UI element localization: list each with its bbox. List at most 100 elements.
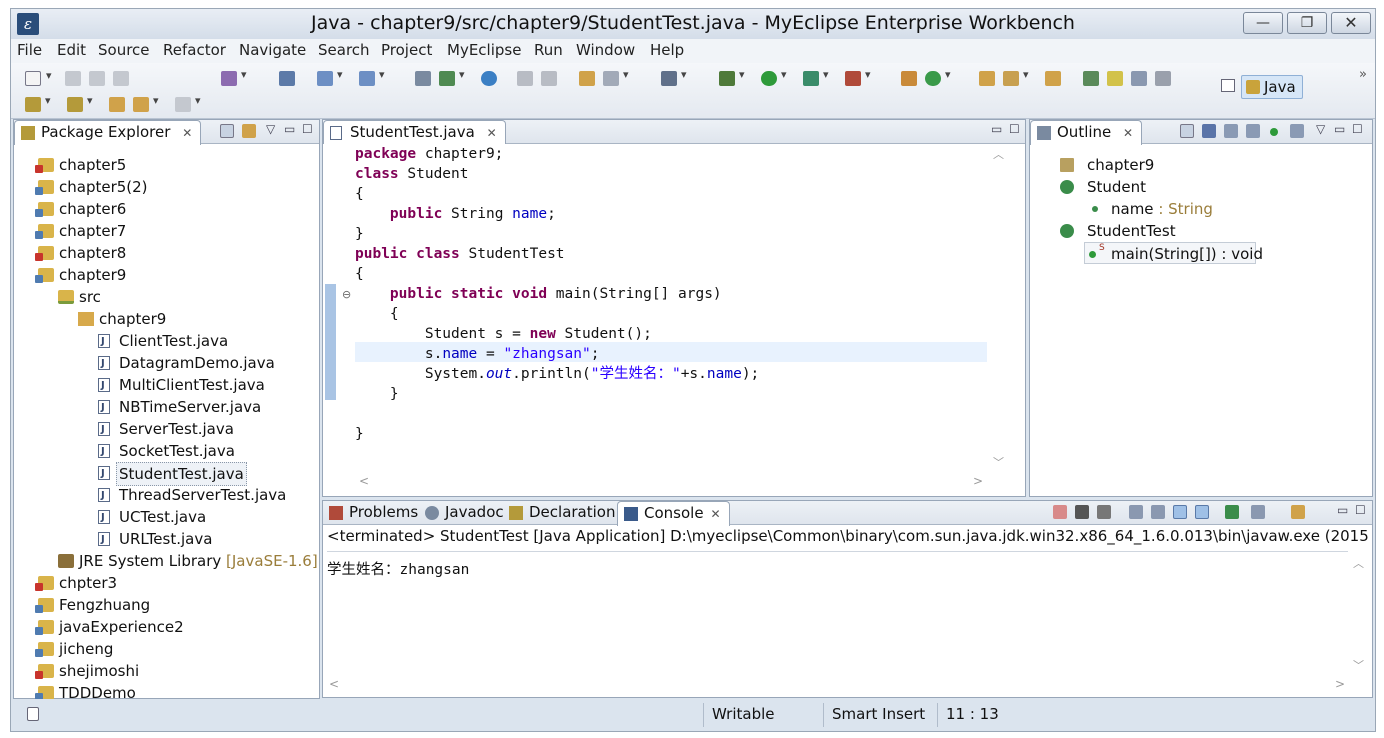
- hide-non-public-icon[interactable]: [1270, 128, 1278, 136]
- close-icon[interactable]: ✕: [487, 126, 497, 140]
- scroll-right-icon[interactable]: >: [1335, 677, 1345, 695]
- perspective-java-button[interactable]: Java: [1241, 75, 1303, 99]
- minimize-view-icon[interactable]: ▭: [1334, 122, 1345, 136]
- menu-myeclipse[interactable]: MyEclipse: [447, 41, 521, 59]
- hide-local-types-icon[interactable]: [1290, 124, 1304, 138]
- paste-icon[interactable]: [541, 71, 557, 86]
- tab-package-explorer[interactable]: Package Explorer ✕: [14, 120, 202, 145]
- new-class-icon[interactable]: [925, 68, 951, 86]
- show-whitespace-icon[interactable]: [1155, 71, 1171, 86]
- scroll-right-icon[interactable]: >: [973, 474, 983, 492]
- menu-source[interactable]: Source: [98, 41, 150, 59]
- menu-project[interactable]: Project: [381, 41, 432, 59]
- server-run-icon[interactable]: [317, 68, 343, 86]
- minimize-view-icon[interactable]: ▭: [1337, 503, 1348, 517]
- new-web-project-icon[interactable]: [221, 68, 247, 86]
- scroll-up-icon[interactable]: ︿: [1353, 555, 1364, 571]
- maximize-button[interactable]: ❐: [1287, 12, 1327, 34]
- external-tools-icon[interactable]: [845, 68, 871, 86]
- maximize-view-icon[interactable]: ☐: [1009, 122, 1020, 136]
- back-icon[interactable]: [133, 94, 159, 112]
- scroll-lock-icon[interactable]: [1151, 505, 1165, 519]
- remove-launch-icon[interactable]: [1075, 505, 1089, 519]
- minimize-button[interactable]: —: [1243, 12, 1283, 34]
- save-icon[interactable]: [65, 71, 81, 86]
- scroll-up-icon[interactable]: ︿: [993, 146, 1004, 162]
- scroll-down-icon[interactable]: ﹀: [1353, 657, 1364, 673]
- maximize-view-icon[interactable]: ☐: [1352, 122, 1363, 136]
- deploy-icon[interactable]: [279, 71, 295, 86]
- menu-refactor[interactable]: Refactor: [163, 41, 226, 59]
- pin-console-icon[interactable]: [1225, 505, 1239, 519]
- tab-javadoc[interactable]: Javadoc: [419, 501, 512, 525]
- menu-search[interactable]: Search: [318, 41, 370, 59]
- run-icon[interactable]: [761, 68, 787, 86]
- new-package-icon[interactable]: [901, 71, 917, 86]
- open-folder-icon[interactable]: [979, 71, 995, 86]
- view-menu-icon[interactable]: ▽: [1316, 122, 1325, 136]
- menu-navigate[interactable]: Navigate: [239, 41, 306, 59]
- image-tool-icon[interactable]: [661, 68, 687, 86]
- mark-occurrences-icon[interactable]: [1083, 71, 1099, 86]
- maximize-view-icon[interactable]: ☐: [302, 122, 313, 136]
- open-type-icon[interactable]: [439, 68, 465, 86]
- minimize-view-icon[interactable]: ▭: [284, 122, 295, 136]
- open-task-icon[interactable]: [1045, 71, 1061, 86]
- fold-toggle-icon[interactable]: ⊖: [342, 288, 351, 301]
- code-editor[interactable]: ⊖ package chapter9; class Student { publ…: [323, 144, 1025, 496]
- collapse-all-icon[interactable]: [1180, 124, 1194, 138]
- hide-fields-icon[interactable]: [1224, 124, 1238, 138]
- open-console-icon[interactable]: [1291, 505, 1305, 519]
- save-all-icon[interactable]: [89, 71, 105, 86]
- show-on-error-icon[interactable]: [1195, 505, 1209, 519]
- open-perspective-button-icon[interactable]: [1221, 79, 1235, 92]
- task-icon[interactable]: [579, 71, 595, 86]
- view-menu-icon[interactable]: ▽: [266, 122, 275, 136]
- display-console-icon[interactable]: [1251, 505, 1265, 519]
- sort-icon[interactable]: [1202, 124, 1216, 138]
- print-icon[interactable]: [113, 71, 129, 86]
- debug-icon[interactable]: [719, 68, 745, 86]
- open-perspective-icon[interactable]: [415, 71, 431, 86]
- scroll-down-icon[interactable]: ﹀: [993, 454, 1004, 470]
- close-window-button[interactable]: ✕: [1331, 12, 1371, 34]
- server-debug-icon[interactable]: [359, 68, 385, 86]
- forward-icon[interactable]: [175, 94, 201, 112]
- clear-console-icon[interactable]: [1129, 505, 1143, 519]
- link-with-editor-icon[interactable]: [242, 124, 256, 138]
- tab-outline[interactable]: Outline ✕: [1030, 120, 1143, 145]
- menu-file[interactable]: File: [17, 41, 42, 59]
- menu-edit[interactable]: Edit: [57, 41, 86, 59]
- tab-problems[interactable]: Problems: [323, 501, 426, 525]
- cut-icon[interactable]: [517, 71, 533, 86]
- block-selection-icon[interactable]: [1131, 71, 1147, 86]
- search-tool-icon[interactable]: [1003, 68, 1029, 86]
- highlight-icon[interactable]: [1107, 71, 1123, 86]
- close-icon[interactable]: ✕: [711, 507, 721, 521]
- tab-console[interactable]: Console ✕: [617, 501, 730, 526]
- last-edit-icon[interactable]: [109, 97, 125, 112]
- remove-all-launches-icon[interactable]: [1097, 505, 1111, 519]
- tab-studenttest-java[interactable]: StudentTest.java ✕: [323, 120, 506, 145]
- scroll-left-icon[interactable]: <: [359, 474, 369, 492]
- menu-help[interactable]: Help: [650, 41, 684, 59]
- toolbar-overflow-icon[interactable]: »: [1359, 67, 1367, 82]
- show-on-output-icon[interactable]: [1173, 505, 1187, 519]
- tab-declaration[interactable]: Declaration: [503, 501, 623, 525]
- previous-annotation-icon[interactable]: [67, 94, 93, 112]
- console-output-area[interactable]: 学生姓名：zhangsan: [327, 551, 1348, 675]
- collapse-all-icon[interactable]: [220, 124, 234, 138]
- minimize-view-icon[interactable]: ▭: [991, 122, 1002, 136]
- outline-method-main[interactable]: Smain(String[]) : void: [1084, 242, 1263, 264]
- close-icon[interactable]: ✕: [182, 126, 192, 140]
- network-icon[interactable]: [603, 68, 629, 86]
- coverage-icon[interactable]: [803, 68, 829, 86]
- menu-run[interactable]: Run: [534, 41, 563, 59]
- maximize-view-icon[interactable]: ☐: [1355, 503, 1366, 517]
- new-wizard-icon[interactable]: [25, 69, 52, 86]
- menu-window[interactable]: Window: [576, 41, 635, 59]
- close-icon[interactable]: ✕: [1123, 126, 1133, 140]
- terminate-icon[interactable]: [1053, 505, 1067, 519]
- next-annotation-icon[interactable]: [25, 94, 51, 112]
- browser-icon[interactable]: [481, 71, 497, 86]
